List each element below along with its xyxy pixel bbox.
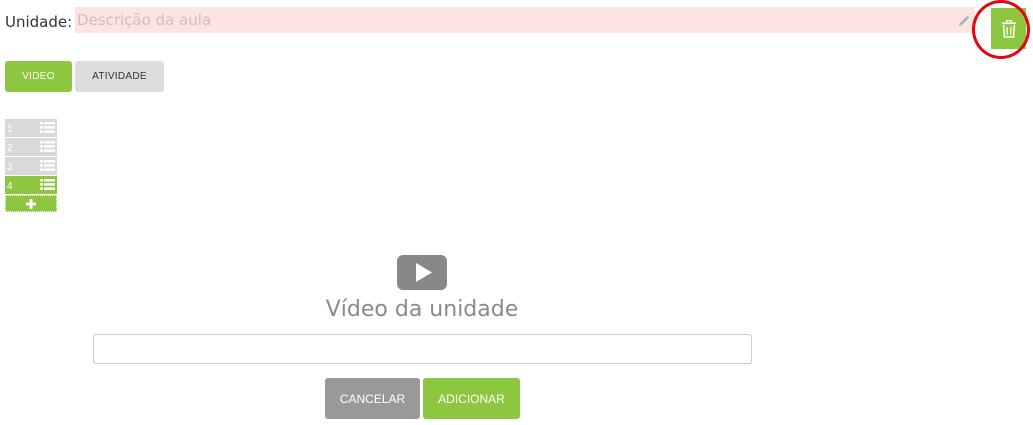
unit-item-3[interactable]: 3 — [5, 157, 57, 175]
pencil-icon[interactable] — [958, 15, 970, 27]
video-url-input[interactable] — [93, 334, 752, 364]
lesson-description-input[interactable] — [75, 7, 975, 33]
unit-item-1[interactable]: 1 — [5, 119, 57, 137]
add-unit-button[interactable] — [5, 195, 57, 212]
unit-number: 1 — [7, 124, 13, 135]
unit-item-4[interactable]: 4 — [5, 176, 57, 194]
tab-atividade[interactable]: ATIVIDADE — [75, 61, 164, 92]
list-icon[interactable] — [40, 141, 55, 152]
list-icon[interactable] — [40, 160, 55, 171]
unit-number: 3 — [7, 162, 13, 173]
add-button[interactable]: ADICIONAR — [423, 378, 520, 419]
delete-unit-button[interactable] — [991, 8, 1026, 49]
play-icon — [397, 255, 447, 290]
units-list: 1 2 3 4 — [5, 119, 57, 212]
unit-label: Unidade: — [5, 13, 73, 31]
tab-video[interactable]: VIDEO — [5, 61, 72, 92]
unit-number: 4 — [7, 181, 13, 192]
trash-icon — [1001, 19, 1016, 38]
list-icon[interactable] — [40, 122, 55, 133]
plus-icon — [26, 198, 36, 209]
cancel-button[interactable]: CANCELAR — [325, 378, 420, 419]
unit-number: 2 — [7, 143, 13, 154]
list-icon[interactable] — [40, 179, 55, 190]
video-section-title: Vídeo da unidade — [325, 297, 519, 322]
unit-item-2[interactable]: 2 — [5, 138, 57, 156]
